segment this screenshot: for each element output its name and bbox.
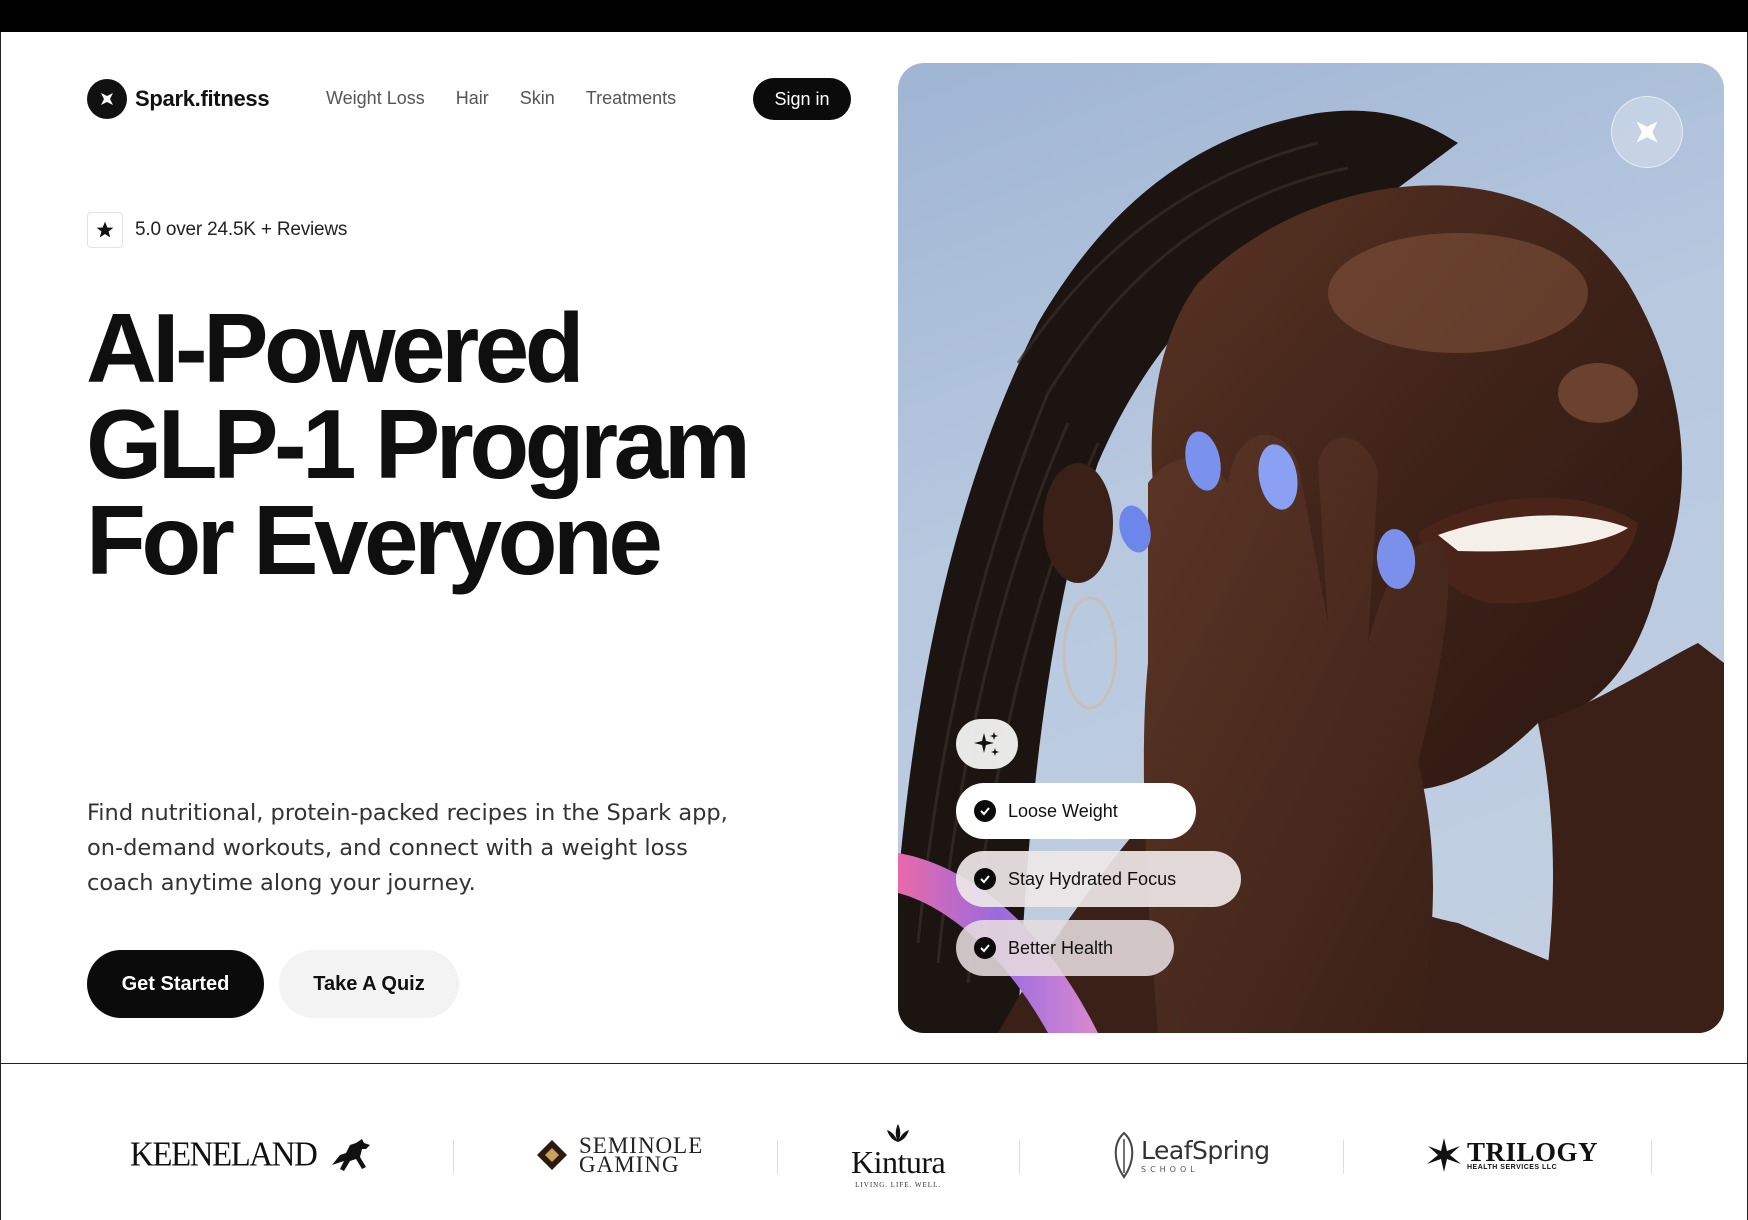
spark-badge-icon <box>1611 96 1683 168</box>
check-icon <box>974 800 996 822</box>
star-icon <box>87 212 123 248</box>
chip-better-health[interactable]: Better Health <box>956 920 1174 976</box>
diamond-icon <box>537 1140 567 1170</box>
rating-text: 5.0 over 24.5K + Reviews <box>135 219 348 240</box>
top-black-bar <box>0 0 1748 32</box>
kintura-text: Kintura <box>851 1143 946 1180</box>
hero-image: Loose Weight Stay Hydrated Focus Better … <box>898 63 1724 1033</box>
logo-separator <box>777 1140 778 1174</box>
brand-name: Spark.fitness <box>135 86 270 111</box>
partner-logos: KEENELAND SEMINOLE GAMING Kintura LIVING… <box>0 1100 1748 1210</box>
brand-logo[interactable]: Spark.fitness <box>87 79 270 119</box>
check-icon <box>974 868 996 890</box>
check-icon <box>974 937 996 959</box>
get-started-button[interactable]: Get Started <box>87 950 264 1018</box>
chip-stay-hydrated[interactable]: Stay Hydrated Focus <box>956 851 1241 907</box>
spark-logo-icon <box>87 79 127 119</box>
headline-line-1: AI-Powered <box>86 293 585 403</box>
chip-label: Stay Hydrated Focus <box>1008 868 1177 889</box>
trilogy-logo: TRILOGY HEALTH SERVICES LLC <box>1425 1100 1598 1210</box>
kintura-logo: Kintura LIVING. LIFE. WELL. <box>851 1100 946 1210</box>
nav-treatments[interactable]: Treatments <box>586 88 676 109</box>
seminole-gaming-logo: SEMINOLE GAMING <box>535 1100 703 1210</box>
logo-separator <box>1343 1140 1344 1174</box>
keeneland-logo: KEENELAND <box>130 1100 374 1210</box>
hero-headline: AI-Powered GLP-1 Program For Everyone <box>86 293 786 595</box>
chip-loose-weight[interactable]: Loose Weight <box>956 783 1196 839</box>
lotus-icon <box>887 1123 910 1142</box>
headline-line-2: GLP-1 Program <box>86 389 751 499</box>
logo-separator <box>453 1140 454 1174</box>
trilogy-text: TRILOGY <box>1467 1136 1599 1167</box>
keeneland-text: KEENELAND <box>130 1135 318 1174</box>
take-quiz-button[interactable]: Take A Quiz <box>279 950 459 1018</box>
horse-icon <box>332 1139 371 1171</box>
nav-hair[interactable]: Hair <box>456 88 489 109</box>
leafspring-sub: SCHOOL <box>1141 1165 1199 1174</box>
headline-line-3: For Everyone <box>86 485 663 595</box>
sign-in-button[interactable]: Sign in <box>753 78 851 120</box>
logo-separator <box>1651 1140 1652 1174</box>
section-divider <box>0 1063 1748 1064</box>
nav-weight-loss[interactable]: Weight Loss <box>326 88 425 109</box>
main-nav: Weight Loss Hair Skin Treatments <box>326 88 676 109</box>
leafspring-text: LeafSpring <box>1141 1136 1270 1165</box>
rating-badge: 5.0 over 24.5K + Reviews <box>87 212 347 248</box>
chip-label: Loose Weight <box>1008 800 1118 821</box>
leafspring-logo: LeafSpring SCHOOL <box>1111 1100 1270 1210</box>
star-burst-icon <box>1427 1138 1461 1172</box>
chip-label: Better Health <box>1008 937 1114 958</box>
nav-skin[interactable]: Skin <box>520 88 555 109</box>
logo-separator <box>1019 1140 1020 1174</box>
hero-description: Find nutritional, protein-packed recipes… <box>87 800 728 896</box>
kintura-tagline: LIVING. LIFE. WELL. <box>855 1180 942 1189</box>
leaf-icon <box>1114 1131 1134 1179</box>
sparkle-icon[interactable] <box>956 719 1018 769</box>
